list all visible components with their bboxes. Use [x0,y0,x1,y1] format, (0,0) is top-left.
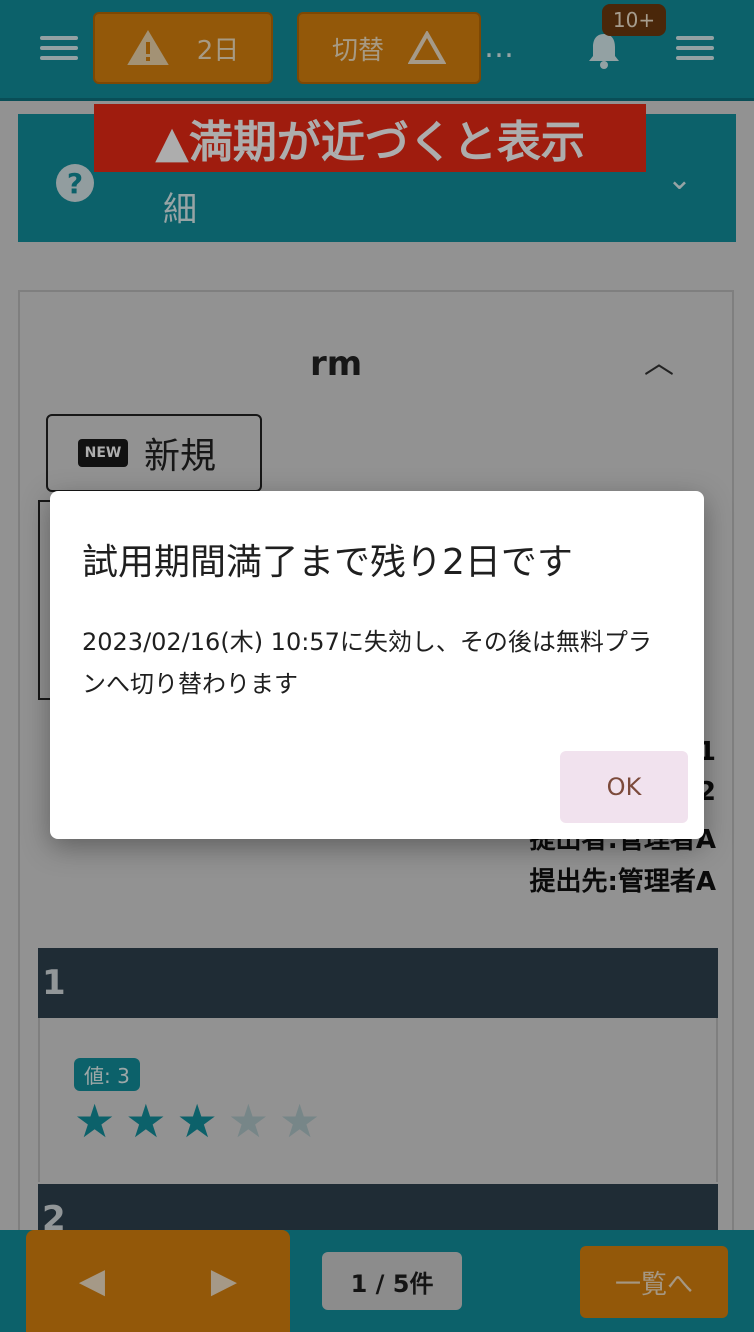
trial-expiry-dialog: 試用期間満了まで残り2日です 2023/02/16(木) 10:57に失効し、そ… [50,491,704,839]
ok-button[interactable]: OK [560,751,688,823]
dialog-body: 2023/02/16(木) 10:57に失効し、その後は無料プランへ切り替わりま… [82,628,652,698]
dialog-title: 試用期間満了まで残り2日です [82,542,573,583]
